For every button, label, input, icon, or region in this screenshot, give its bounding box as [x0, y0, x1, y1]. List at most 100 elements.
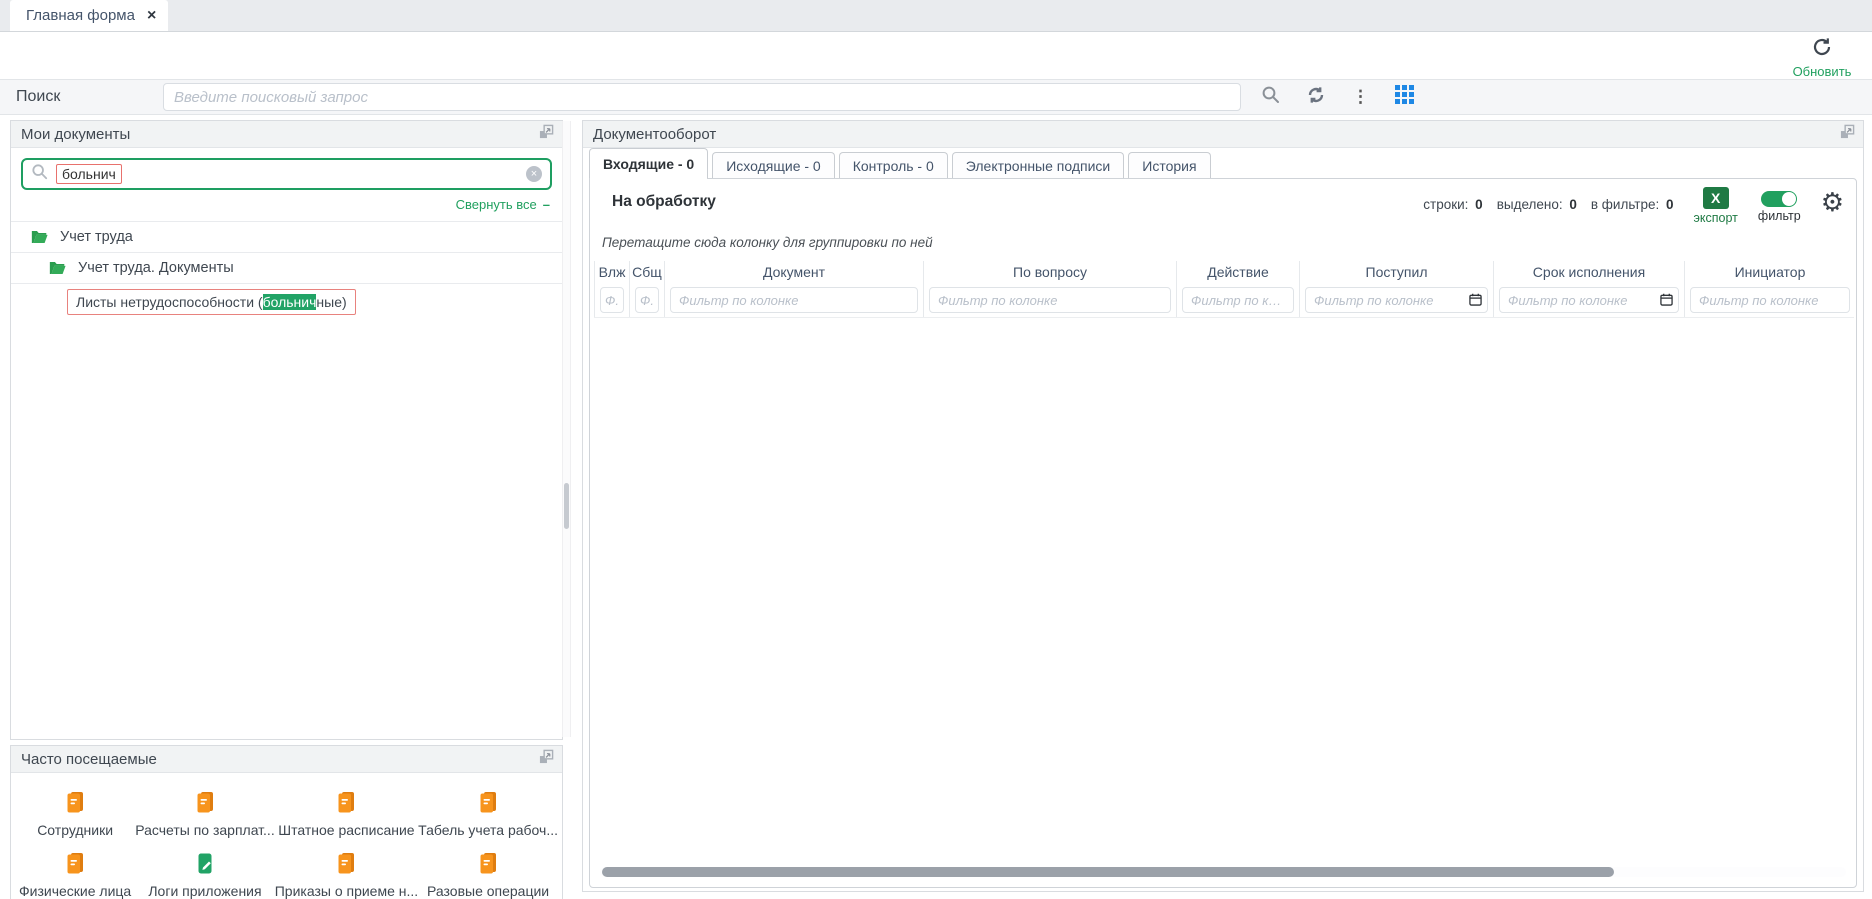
horizontal-scrollbar[interactable]: [600, 867, 1846, 877]
shortcut-1[interactable]: Сотрудники: [15, 789, 135, 838]
filter-label: фильтр: [1758, 209, 1801, 223]
column-filter-cell: [595, 283, 629, 317]
shortcut-label: Разовые операции: [427, 883, 549, 899]
toggle-knob: [1782, 192, 1796, 206]
gear-icon[interactable]: ⚙: [1821, 189, 1844, 215]
global-search-actions: ⋮: [1261, 85, 1414, 110]
table-controls: строки: 0выделено: 0в фильтре: 0 X экспо…: [1423, 187, 1844, 225]
clear-search-icon[interactable]: ×: [526, 166, 542, 182]
column-filter-input[interactable]: [670, 287, 918, 313]
shortcut-6[interactable]: Логи приложения: [135, 850, 275, 899]
shortcut-4[interactable]: Табель учета рабоч...: [418, 789, 558, 838]
shortcut-8[interactable]: Разовые операции: [418, 850, 558, 899]
search-icon[interactable]: [1261, 85, 1280, 109]
grid-view-icon[interactable]: [1395, 85, 1414, 109]
stat-value: 0: [1569, 197, 1577, 212]
column-header-label: Сбщ: [630, 261, 664, 283]
shortcut-2[interactable]: Расчеты по зарплат...: [135, 789, 275, 838]
docflow-tab-5[interactable]: История: [1128, 152, 1210, 178]
shortcut-label: Расчеты по зарплат...: [135, 822, 275, 838]
export-button[interactable]: X экспорт: [1694, 187, 1738, 225]
tab-main-form[interactable]: Главная форма ×: [10, 0, 168, 31]
tree-item-label: ные): [316, 294, 346, 310]
column-filter-cell: [924, 283, 1176, 317]
column-header-label: Инициатор: [1685, 261, 1854, 283]
documents-search-input[interactable]: больнич ×: [21, 158, 552, 190]
tree-item-label: Учет труда: [60, 229, 133, 245]
shortcuts-grid: Сотрудники Расчеты по зарплат...Штатное р…: [11, 773, 562, 899]
popout-icon[interactable]: [539, 124, 554, 144]
global-search-input[interactable]: [163, 83, 1241, 111]
column-header-label: Влж: [595, 261, 629, 283]
collapse-all-label: Свернуть все: [456, 197, 537, 212]
column-filter-input[interactable]: [1690, 287, 1850, 313]
vertical-scrollbar-thumb[interactable]: [564, 483, 569, 529]
column-filter-cell: [1300, 283, 1493, 317]
frequently-visited-panel: Часто посещаемые Сотрудники Расчеты по за…: [10, 745, 563, 899]
table-column-6: Поступил: [1300, 261, 1494, 317]
calendar-icon[interactable]: [1469, 293, 1482, 306]
document-orange-icon: [62, 789, 88, 820]
document-orange-icon: [475, 789, 501, 820]
vertical-scrollbar[interactable]: [562, 121, 571, 737]
column-filter-input[interactable]: [929, 287, 1171, 313]
folder-open-icon: [49, 261, 66, 275]
column-filter-input[interactable]: [1499, 287, 1679, 313]
tree-item-3[interactable]: Листы нетрудоспособности (больничные): [11, 284, 562, 317]
collapse-all-button[interactable]: Свернуть все –: [11, 194, 562, 221]
docflow-tab-1[interactable]: Входящие - 0: [589, 148, 708, 178]
popout-icon[interactable]: [1840, 124, 1855, 144]
calendar-icon[interactable]: [1660, 293, 1673, 306]
frequently-visited-header: Часто посещаемые: [11, 746, 562, 773]
sync-settings-icon[interactable]: [1306, 85, 1326, 110]
document-green-pencil-icon: [192, 850, 218, 881]
column-filter-cell: [630, 283, 664, 317]
tree-item-label: Учет труда. Документы: [78, 260, 234, 276]
search-icon: [31, 163, 48, 185]
refresh-icon: [1810, 35, 1834, 64]
shortcut-label: Сотрудники: [37, 822, 113, 838]
column-filter-input[interactable]: [600, 287, 624, 313]
docflow-content-card: На обработку строки: 0выделено: 0в фильт…: [589, 178, 1857, 888]
refresh-label: Обновить: [1793, 64, 1852, 79]
stat-1: строки: 0: [1423, 197, 1482, 212]
document-orange-icon: [192, 789, 218, 820]
tree-item-1[interactable]: Учет труда: [11, 221, 562, 253]
horizontal-scrollbar-thumb[interactable]: [602, 867, 1614, 877]
toggle-on-icon[interactable]: [1761, 191, 1797, 207]
shortcut-7[interactable]: Приказы о приеме н...: [275, 850, 418, 899]
column-filter-input[interactable]: [635, 287, 659, 313]
refresh-button[interactable]: Обновить: [1778, 35, 1866, 79]
search-match-highlight: больнич: [263, 294, 317, 310]
filter-toggle[interactable]: фильтр: [1758, 187, 1801, 223]
app-root: Главная форма × Обновить Поиск ⋮: [0, 0, 1872, 899]
export-label: экспорт: [1694, 211, 1738, 225]
table-column-7: Срок исполнения: [1494, 261, 1685, 317]
popout-icon[interactable]: [539, 749, 554, 769]
shortcut-3[interactable]: Штатное расписание: [275, 789, 418, 838]
kebab-menu-icon[interactable]: ⋮: [1352, 87, 1369, 107]
tree-item-label: Листы нетрудоспособности (: [76, 294, 263, 310]
table-column-8: Инициатор: [1685, 261, 1854, 317]
shortcut-label: Физические лица: [19, 883, 131, 899]
docflow-tab-2[interactable]: Исходящие - 0: [712, 152, 835, 178]
docflow-tabs: Входящие - 0Исходящие - 0Контроль - 0Эле…: [589, 151, 1211, 178]
docflow-tab-4[interactable]: Электронные подписи: [952, 152, 1124, 178]
docflow-tab-3[interactable]: Контроль - 0: [839, 152, 948, 178]
close-icon[interactable]: ×: [147, 8, 156, 24]
stat-2: выделено: 0: [1497, 197, 1577, 212]
shortcut-5[interactable]: Физические лица: [15, 850, 135, 899]
global-search-label: Поиск: [16, 88, 163, 106]
column-filter-input[interactable]: [1305, 287, 1488, 313]
excel-export-icon: X: [1703, 187, 1729, 209]
minus-icon: –: [543, 197, 550, 212]
tree-item-match-box: Листы нетрудоспособности (больничные): [67, 289, 356, 315]
docflow-title: Документооборот: [593, 126, 716, 143]
tree-item-2[interactable]: Учет труда. Документы: [11, 253, 562, 284]
document-orange-icon: [333, 789, 359, 820]
column-filter-cell: [665, 283, 923, 317]
column-header-label: Действие: [1177, 261, 1299, 283]
column-filter-input[interactable]: [1182, 287, 1294, 313]
document-orange-icon: [333, 850, 359, 881]
table-header-row: ВлжСбщДокументПо вопросуДействиеПоступил…: [594, 261, 1854, 318]
